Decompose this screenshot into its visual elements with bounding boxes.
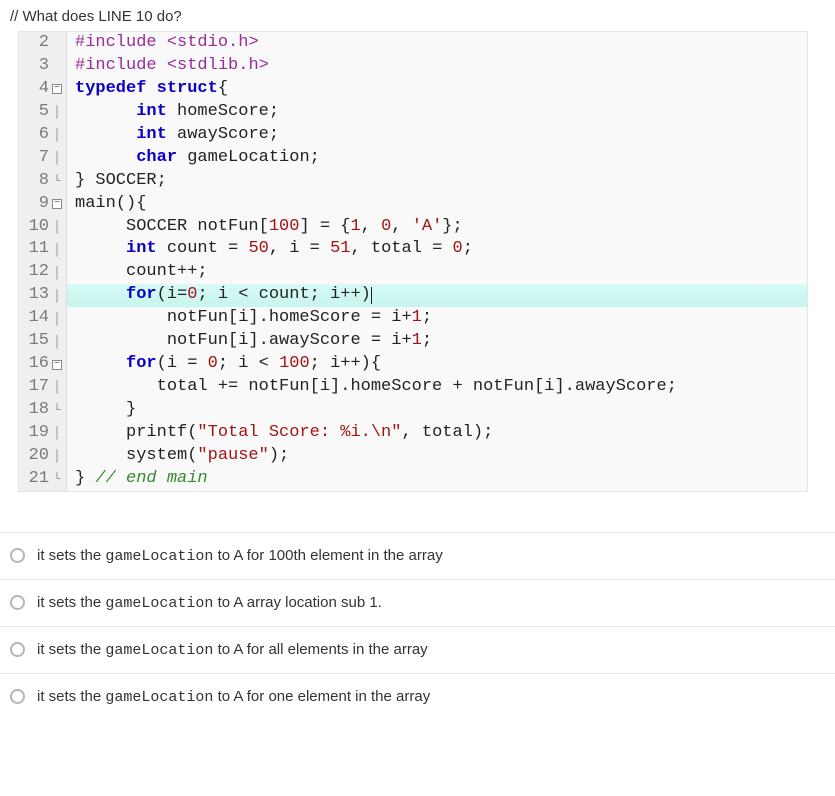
option-label: it sets the gameLocation to A for one el… (37, 688, 430, 706)
code-text: count++; (67, 261, 807, 284)
radio-icon[interactable] (10, 642, 25, 657)
line-number: 7│ (19, 147, 67, 170)
code-line-8: 8└} SOCCER; (19, 170, 807, 193)
fold-guide-icon: │ (52, 127, 62, 143)
fold-toggle-icon[interactable]: − (52, 199, 62, 209)
fold-end-icon: └ (52, 173, 62, 189)
code-line-12: 12│ count++; (19, 261, 807, 284)
code-text: system("pause"); (67, 445, 807, 468)
code-line-15: 15│ notFun[i].awayScore = i+1; (19, 330, 807, 353)
line-number: 10│ (19, 216, 67, 239)
answer-option-3[interactable]: it sets the gameLocation to A for all el… (0, 626, 835, 673)
answer-option-2[interactable]: it sets the gameLocation to A array loca… (0, 579, 835, 626)
fold-toggle-icon[interactable]: − (52, 84, 62, 94)
code-line-20: 20│ system("pause"); (19, 445, 807, 468)
code-line-4: 4−typedef struct{ (19, 78, 807, 101)
code-text: notFun[i].homeScore = i+1; (67, 307, 807, 330)
fold-guide-icon: │ (52, 288, 62, 304)
line-number: 13│ (19, 284, 67, 307)
fold-end-icon: └ (52, 471, 62, 487)
code-text: main(){ (67, 193, 807, 216)
code-text: int homeScore; (67, 101, 807, 124)
code-text: #include <stdio.h> (67, 32, 807, 55)
answer-option-1[interactable]: it sets the gameLocation to A for 100th … (0, 532, 835, 579)
line-number: 6│ (19, 124, 67, 147)
radio-icon[interactable] (10, 595, 25, 610)
text-cursor (371, 287, 372, 304)
code-line-17: 17│ total += notFun[i].homeScore + notFu… (19, 376, 807, 399)
code-line-18: 18└ } (19, 399, 807, 422)
line-number: 11│ (19, 238, 67, 261)
code-line-10: 10│ SOCCER notFun[100] = {1, 0, 'A'}; (19, 216, 807, 239)
code-text: } SOCCER; (67, 170, 807, 193)
fold-guide-icon: │ (52, 219, 62, 235)
radio-icon[interactable] (10, 548, 25, 563)
code-line-13: 13│ for(i=0; i < count; i++) (19, 284, 807, 307)
line-number: 18└ (19, 399, 67, 422)
line-number: 20│ (19, 445, 67, 468)
code-line-16: 16− for(i = 0; i < 100; i++){ (19, 353, 807, 376)
code-text: #include <stdlib.h> (67, 55, 807, 78)
fold-toggle-icon[interactable]: − (52, 360, 62, 370)
fold-guide-icon: │ (52, 334, 62, 350)
code-line-14: 14│ notFun[i].homeScore = i+1; (19, 307, 807, 330)
code-line-6: 6│ int awayScore; (19, 124, 807, 147)
code-line-11: 11│ int count = 50, i = 51, total = 0; (19, 238, 807, 261)
code-text: } (67, 399, 807, 422)
code-text: int awayScore; (67, 124, 807, 147)
code-line-2: 2 #include <stdio.h> (19, 32, 807, 55)
options-list: it sets the gameLocation to A for 100th … (0, 532, 835, 720)
fold-guide-icon: │ (52, 265, 62, 281)
line-number: 8└ (19, 170, 67, 193)
question-text: // What does LINE 10 do? (0, 0, 835, 31)
fold-guide-icon: │ (52, 448, 62, 464)
fold-guide-icon: │ (52, 150, 62, 166)
radio-icon[interactable] (10, 689, 25, 704)
code-text: char gameLocation; (67, 147, 807, 170)
line-number: 4− (19, 78, 67, 101)
line-number: 2 (19, 32, 67, 55)
line-number: 21└ (19, 468, 67, 491)
code-text: int count = 50, i = 51, total = 0; (67, 238, 807, 261)
line-number: 14│ (19, 307, 67, 330)
line-number: 9− (19, 193, 67, 216)
code-text: SOCCER notFun[100] = {1, 0, 'A'}; (67, 216, 807, 239)
fold-guide-icon: │ (52, 379, 62, 395)
line-number: 5│ (19, 101, 67, 124)
code-line-19: 19│ printf("Total Score: %i.\n", total); (19, 422, 807, 445)
option-label: it sets the gameLocation to A for 100th … (37, 547, 443, 565)
line-number: 12│ (19, 261, 67, 284)
option-label: it sets the gameLocation to A for all el… (37, 641, 428, 659)
code-text: } // end main (67, 468, 807, 491)
code-text: typedef struct{ (67, 78, 807, 101)
code-text: total += notFun[i].homeScore + notFun[i]… (67, 376, 807, 399)
code-text: for(i = 0; i < 100; i++){ (67, 353, 807, 376)
code-line-3: 3 #include <stdlib.h> (19, 55, 807, 78)
answer-option-4[interactable]: it sets the gameLocation to A for one el… (0, 673, 835, 720)
fold-guide-icon: │ (52, 242, 62, 258)
option-label: it sets the gameLocation to A array loca… (37, 594, 382, 612)
code-text: printf("Total Score: %i.\n", total); (67, 422, 807, 445)
line-number: 3 (19, 55, 67, 78)
code-line-5: 5│ int homeScore; (19, 101, 807, 124)
code-line-7: 7│ char gameLocation; (19, 147, 807, 170)
code-text: notFun[i].awayScore = i+1; (67, 330, 807, 353)
fold-guide-icon: │ (52, 425, 62, 441)
line-number: 16− (19, 353, 67, 376)
code-block: 2 #include <stdio.h>3 #include <stdlib.h… (18, 31, 808, 492)
code-line-21: 21└} // end main (19, 468, 807, 491)
fold-guide-icon: │ (52, 311, 62, 327)
fold-end-icon: └ (52, 402, 62, 418)
code-line-9: 9−main(){ (19, 193, 807, 216)
code-text: for(i=0; i < count; i++) (67, 284, 807, 307)
line-number: 19│ (19, 422, 67, 445)
line-number: 15│ (19, 330, 67, 353)
line-number: 17│ (19, 376, 67, 399)
fold-guide-icon: │ (52, 104, 62, 120)
